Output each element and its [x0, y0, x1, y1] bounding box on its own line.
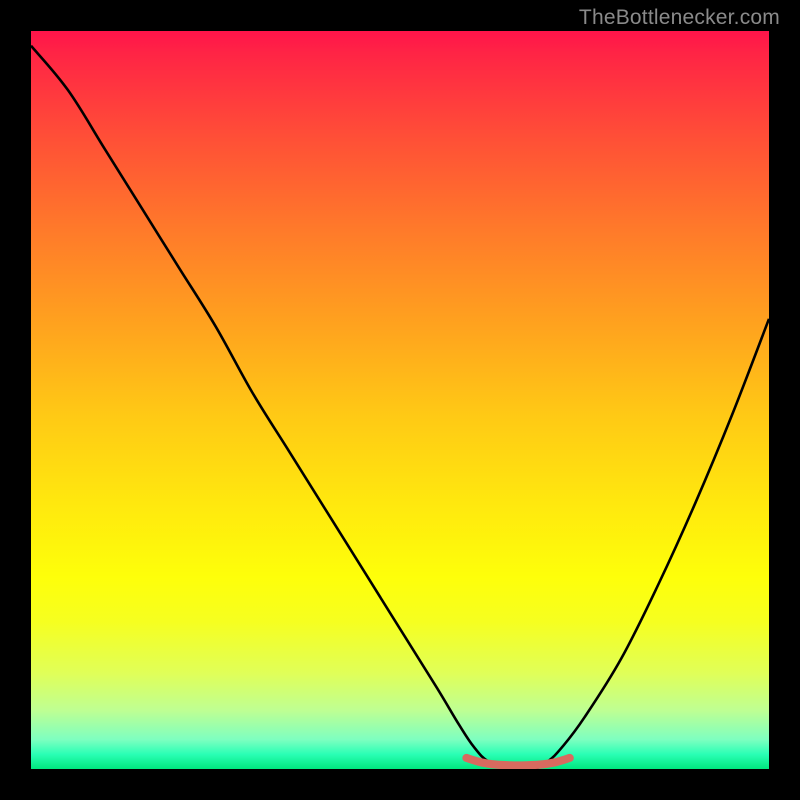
chart-plot-area	[31, 31, 769, 769]
watermark-text: TheBottlenecker.com	[579, 6, 780, 30]
optimal-range-marker	[31, 31, 769, 769]
